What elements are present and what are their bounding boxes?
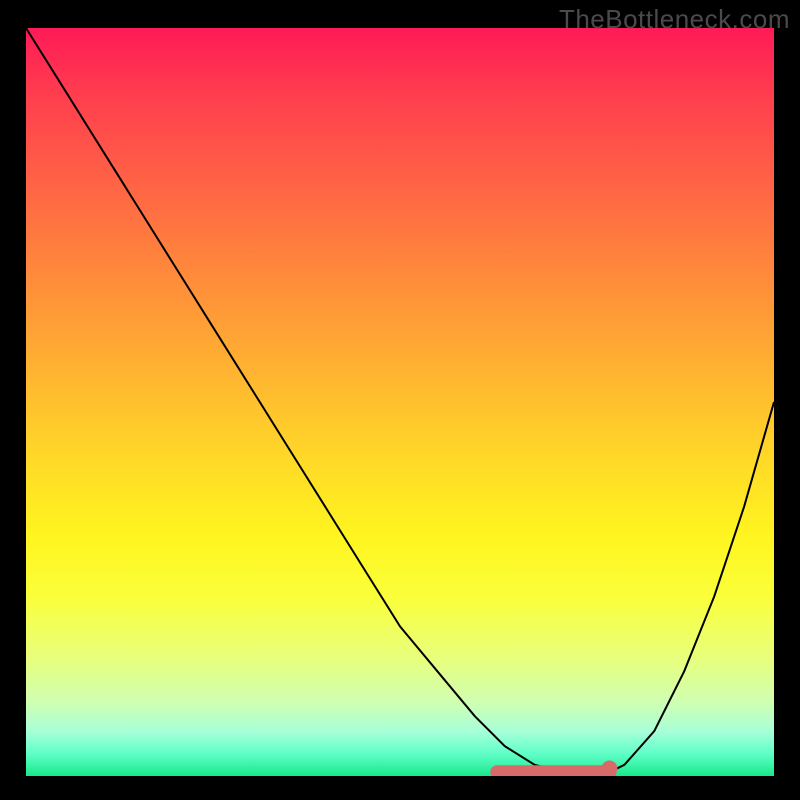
chart-svg [26,28,774,776]
bottleneck-curve [26,28,774,774]
watermark-text: TheBottleneck.com [559,4,790,35]
optimal-point-marker [601,761,617,776]
chart-plot-area [26,28,774,776]
